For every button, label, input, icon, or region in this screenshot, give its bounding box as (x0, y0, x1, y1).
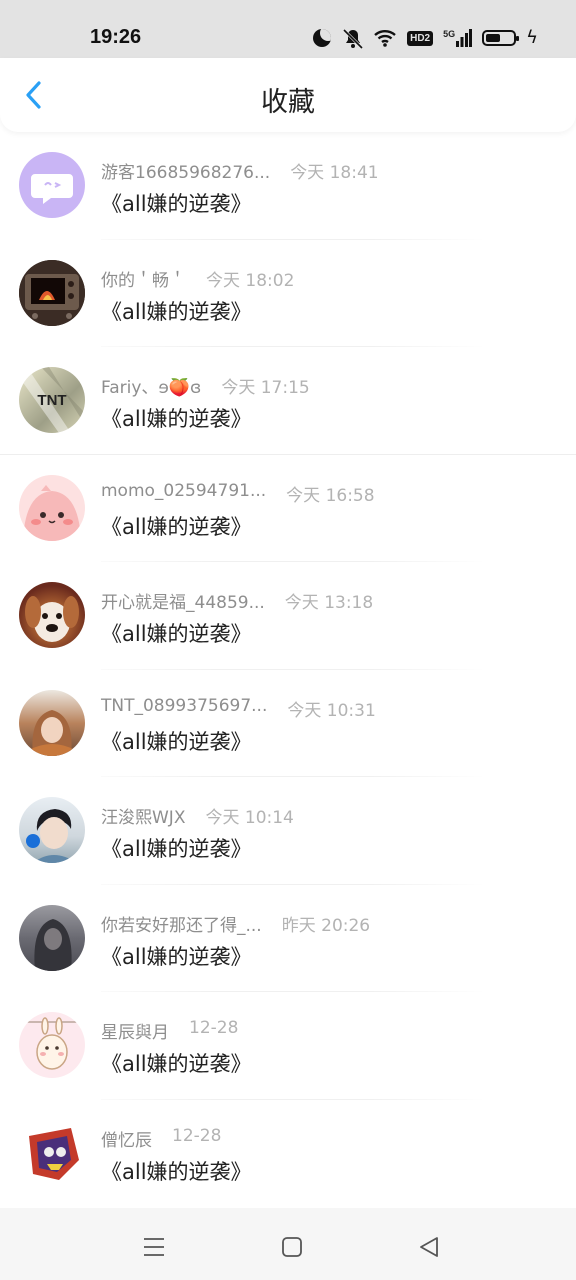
item-message[interactable]: 《all嫌的逆袭》 (101, 403, 252, 433)
item-message[interactable]: 《all嫌的逆袭》 (101, 296, 252, 326)
user-name[interactable]: 星辰與月 (101, 1018, 169, 1043)
item-time: 今天 10:31 (287, 700, 376, 721)
item-message[interactable]: 《all嫌的逆袭》 (101, 1048, 252, 1078)
list-item[interactable]: 你若安好那还了得_... 昨天 20:26 《all嫌的逆袭》 (0, 885, 576, 992)
back-nav-button[interactable] (414, 1232, 444, 1262)
network-label: 5G (443, 29, 456, 39)
wifi-icon (373, 28, 397, 48)
list-item[interactable]: 开心就是福_44859... 今天 13:18 《all嫌的逆袭》 (0, 562, 576, 670)
item-time: 今天 13:18 (284, 593, 374, 613)
user-name[interactable]: 你若安好那还了得_... (101, 911, 262, 936)
status-bar: 19:26 HD2 5G ϟ (0, 0, 576, 58)
item-time: 昨天 20:26 (281, 915, 371, 936)
item-message[interactable]: 《all嫌的逆袭》 (101, 833, 252, 863)
avatar[interactable] (19, 904, 85, 971)
avatar[interactable] (19, 1119, 85, 1186)
list-item[interactable]: 汪浚熙WJX 今天 10:14 《all嫌的逆袭》 (0, 777, 576, 885)
item-message[interactable]: 《all嫌的逆袭》 (101, 188, 252, 218)
avatar[interactable] (19, 582, 85, 648)
app-header: 收藏 (0, 58, 576, 132)
item-meta: 游客16685968276... 今天 18:41 (101, 158, 379, 183)
home-button[interactable] (277, 1232, 307, 1262)
item-message[interactable]: 《all嫌的逆袭》 (101, 1156, 252, 1186)
item-meta: 开心就是福_44859... 今天 13:18 (101, 588, 373, 613)
item-meta: 你若安好那还了得_... 昨天 20:26 (101, 911, 370, 936)
item-time: 12-28 (172, 1125, 222, 1146)
menu-icon (144, 1238, 164, 1256)
user-name[interactable]: 开心就是福_44859... (101, 588, 265, 613)
menu-button[interactable] (139, 1232, 169, 1262)
item-meta: Fariy、ɘ🍑ɞ 今天 17:15 (101, 373, 310, 398)
page-title: 收藏 (261, 87, 315, 118)
system-nav-bar (0, 1208, 576, 1280)
user-name[interactable]: 游客16685968276... (101, 158, 270, 183)
hd2-icon: HD2 (407, 30, 434, 46)
avatar[interactable] (19, 689, 85, 756)
list-item[interactable]: 僧忆辰 12-28 《all嫌的逆袭》 (0, 1100, 576, 1208)
item-time: 今天 18:02 (206, 270, 295, 291)
avatar[interactable] (19, 259, 85, 326)
avatar[interactable] (19, 1012, 85, 1078)
avatar-text: TNT (37, 392, 66, 409)
item-message[interactable]: 《all嫌的逆袭》 (101, 941, 252, 971)
bell-muted-icon (341, 28, 364, 50)
avatar[interactable] (19, 152, 85, 218)
item-message[interactable]: 《all嫌的逆袭》 (101, 511, 252, 541)
5g-signal-icon: 5G (443, 29, 473, 47)
item-meta: TNT_0899375697... 今天 10:31 (101, 696, 376, 721)
battery-icon (482, 30, 520, 46)
avatar[interactable] (19, 797, 85, 863)
status-icons: HD2 5G ϟ (313, 26, 538, 50)
moon-icon (313, 29, 332, 47)
avatar[interactable] (19, 474, 85, 541)
item-meta: momo_02594791... 今天 16:58 (101, 481, 375, 506)
item-time: 今天 10:14 (205, 808, 294, 828)
item-meta: 星辰與月 12-28 (101, 1018, 238, 1043)
item-time: 12-28 (189, 1018, 239, 1038)
list-item[interactable]: 星辰與月 12-28 《all嫌的逆袭》 (0, 992, 576, 1100)
item-meta: 你的＇畅＇ 今天 18:02 (101, 266, 294, 291)
user-name[interactable]: Fariy、ɘ🍑ɞ (101, 373, 201, 398)
item-time: 今天 18:41 (290, 163, 379, 183)
charging-icon: ϟ (526, 27, 538, 48)
home-square-icon (282, 1237, 302, 1257)
user-name[interactable]: 汪浚熙WJX (101, 803, 185, 828)
item-meta: 僧忆辰 12-28 (101, 1126, 221, 1151)
user-name[interactable]: TNT_0899375697... (101, 696, 267, 721)
avatar[interactable]: TNT (19, 367, 85, 433)
list-item[interactable]: TNT Fariy、ɘ🍑ɞ 今天 17:15 《all嫌的逆袭》 (0, 347, 576, 455)
item-time: 今天 16:58 (286, 485, 375, 506)
back-triangle-icon (420, 1237, 438, 1257)
list-item[interactable]: 你的＇畅＇ 今天 18:02 《all嫌的逆袭》 (0, 240, 576, 347)
user-name[interactable]: momo_02594791... (101, 481, 266, 506)
user-name[interactable]: 僧忆辰 (101, 1126, 152, 1151)
favorites-list: 游客16685968276... 今天 18:41 《all嫌的逆袭》 你的＇畅… (0, 132, 576, 1207)
list-item[interactable]: 游客16685968276... 今天 18:41 《all嫌的逆袭》 (0, 132, 576, 240)
item-time: 今天 17:15 (221, 378, 310, 398)
user-name[interactable]: 你的＇畅＇ (101, 266, 186, 291)
item-message[interactable]: 《all嫌的逆袭》 (101, 726, 252, 756)
list-item[interactable]: momo_02594791... 今天 16:58 《all嫌的逆袭》 (0, 455, 576, 562)
list-item[interactable]: TNT_0899375697... 今天 10:31 《all嫌的逆袭》 (0, 670, 576, 777)
item-meta: 汪浚熙WJX 今天 10:14 (101, 803, 294, 828)
item-message[interactable]: 《all嫌的逆袭》 (101, 618, 252, 648)
status-time: 19:26 (90, 26, 142, 48)
